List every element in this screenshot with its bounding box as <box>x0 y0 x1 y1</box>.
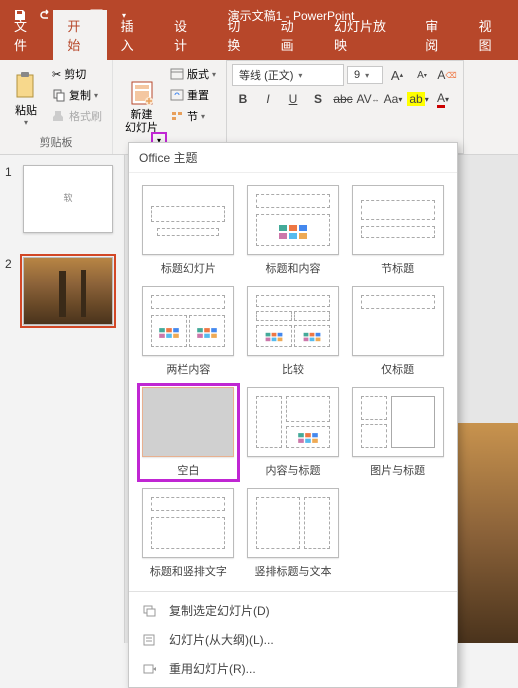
tab-slideshow[interactable]: 幻灯片放映 <box>320 10 411 60</box>
grow-font-icon[interactable]: A▴ <box>386 65 408 85</box>
brush-icon <box>52 109 66 123</box>
section-button[interactable]: 节▾ <box>166 106 220 126</box>
slide-number: 2 <box>5 257 17 325</box>
layout-icon <box>170 68 184 80</box>
ribbon-tabs: 文件 开始 插入 设计 切换 动画 幻灯片放映 审阅 视图 <box>0 30 518 60</box>
paste-button[interactable]: 粘贴 ▾ <box>6 64 46 132</box>
font-group: 等线 (正文)▾ 9▾ A▴ A▾ A⌫ B I U S abc AV↔ Aa▾… <box>226 60 464 154</box>
tab-home[interactable]: 开始 <box>53 10 106 60</box>
underline-button[interactable]: U <box>282 89 304 109</box>
bold-button[interactable]: B <box>232 89 254 109</box>
tab-design[interactable]: 设计 <box>160 10 213 60</box>
layout-section-header[interactable]: 节标题 <box>348 183 447 278</box>
copy-button[interactable]: 复制▾ <box>48 85 106 105</box>
strikethrough-button[interactable]: abc <box>332 89 354 109</box>
shrink-font-icon[interactable]: A▾ <box>411 65 433 85</box>
clipboard-group: 粘贴 ▾ ✂剪切 复制▾ 格式刷 剪贴板 <box>0 60 113 154</box>
copy-icon <box>52 88 66 102</box>
duplicate-slides-item[interactable]: 复制选定幻灯片(D) <box>129 596 457 625</box>
reuse-icon <box>141 661 159 677</box>
layout-vertical-title-text[interactable]: 竖排标题与文本 <box>244 486 343 581</box>
layout-title-vertical-text[interactable]: 标题和竖排文字 <box>139 486 238 581</box>
slide-image <box>458 423 518 643</box>
reuse-slides-item[interactable]: 重用幻灯片(R)... <box>129 654 457 683</box>
thumbnail-row: 2 <box>5 257 119 325</box>
tab-view[interactable]: 视图 <box>465 10 518 60</box>
layout-two-content[interactable]: 两栏内容 <box>139 284 238 379</box>
paste-label: 粘贴 <box>15 102 37 118</box>
shadow-button[interactable]: S <box>307 89 329 109</box>
layout-title-only[interactable]: 仅标题 <box>348 284 447 379</box>
layout-title-content[interactable]: 标题和内容 <box>244 183 343 278</box>
ribbon: 粘贴 ▾ ✂剪切 复制▾ 格式刷 剪贴板 新建 幻灯片 ▾ 版式▾ 重置 节▾ <box>0 60 518 155</box>
layout-button[interactable]: 版式▾ <box>166 64 220 84</box>
scissors-icon: ✂ <box>52 68 61 81</box>
outline-icon <box>141 632 159 648</box>
reset-button[interactable]: 重置 <box>166 85 220 105</box>
tab-insert[interactable]: 插入 <box>107 10 160 60</box>
reset-icon <box>170 89 184 101</box>
layout-content-caption[interactable]: 内容与标题 <box>244 385 343 480</box>
change-case-button[interactable]: Aa▾ <box>382 89 404 109</box>
slide-thumbnails-panel[interactable]: 1 软 2 <box>0 155 125 643</box>
thumbnail-row: 1 软 <box>5 165 119 233</box>
font-color-button[interactable]: A▾ <box>432 89 454 109</box>
cut-button[interactable]: ✂剪切 <box>48 64 106 84</box>
layout-comparison[interactable]: 比较 <box>244 284 343 379</box>
char-spacing-button[interactable]: AV↔ <box>357 89 379 109</box>
tab-file[interactable]: 文件 <box>0 10 53 60</box>
slides-from-outline-item[interactable]: 幻灯片(从大纲)(L)... <box>129 625 457 654</box>
slide-number: 1 <box>5 165 17 233</box>
dropdown-header: Office 主题 <box>129 143 457 173</box>
format-painter-button[interactable]: 格式刷 <box>48 106 106 126</box>
dropdown-footer: 复制选定幻灯片(D) 幻灯片(从大纲)(L)... 重用幻灯片(R)... <box>129 591 457 687</box>
clear-formatting-icon[interactable]: A⌫ <box>436 65 458 85</box>
slides-group: 新建 幻灯片 ▾ 版式▾ 重置 节▾ <box>113 60 226 154</box>
layout-blank[interactable]: 空白 <box>139 385 238 480</box>
layout-picture-caption[interactable]: 图片与标题 <box>348 385 447 480</box>
new-slide-dropdown: Office 主题 标题幻灯片 标题和内容 节标题 两栏内容 比较 仅标题 <box>128 142 458 688</box>
tab-transitions[interactable]: 切换 <box>213 10 266 60</box>
thumbnail-slide-2[interactable] <box>23 257 113 325</box>
tab-review[interactable]: 审阅 <box>411 10 464 60</box>
layout-grid: 标题幻灯片 标题和内容 节标题 两栏内容 比较 仅标题 空白 内 <box>129 173 457 591</box>
highlight-button[interactable]: ab▾ <box>407 89 429 109</box>
section-icon <box>170 110 184 122</box>
clipboard-group-label: 剪贴板 <box>6 132 106 150</box>
font-size-select[interactable]: 9▾ <box>347 66 383 84</box>
duplicate-icon <box>141 603 159 619</box>
italic-button[interactable]: I <box>257 89 279 109</box>
new-slide-button[interactable]: 新建 幻灯片 ▾ <box>119 64 164 150</box>
layout-title-slide[interactable]: 标题幻灯片 <box>139 183 238 278</box>
thumbnail-slide-1[interactable]: 软 <box>23 165 113 233</box>
font-name-select[interactable]: 等线 (正文)▾ <box>232 64 344 86</box>
tab-animations[interactable]: 动画 <box>267 10 320 60</box>
